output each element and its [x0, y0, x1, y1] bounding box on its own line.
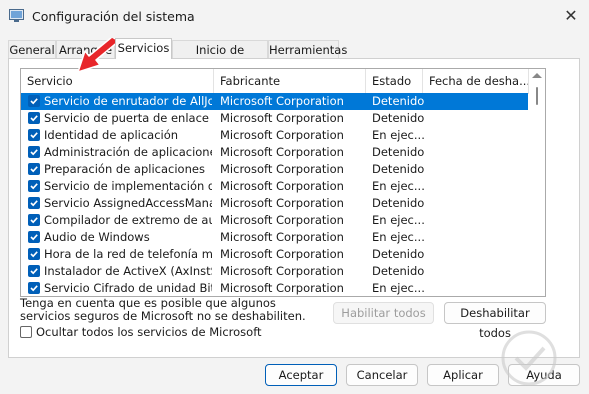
- scroll-thumb[interactable]: [536, 87, 538, 105]
- tab-herramientas[interactable]: Herramientas: [268, 40, 347, 59]
- service-checkbox[interactable]: [28, 95, 40, 107]
- services-list[interactable]: Servicio Fabricante Estado Fecha de desh…: [20, 68, 546, 297]
- service-row[interactable]: Compilador de extremo de audio... Microso…: [21, 212, 528, 229]
- enable-all-button[interactable]: Habilitar todos: [333, 302, 434, 324]
- service-manufacturer: Microsoft Corporation: [220, 128, 344, 142]
- service-manufacturer: Microsoft Corporation: [220, 264, 344, 278]
- service-manufacturer: Microsoft Corporation: [220, 213, 344, 227]
- service-checkbox[interactable]: [28, 197, 40, 209]
- close-button[interactable]: ✕: [560, 5, 582, 27]
- service-checkbox[interactable]: [28, 282, 40, 294]
- service-checkbox[interactable]: [28, 248, 40, 260]
- hide-microsoft-checkbox[interactable]: [20, 326, 32, 338]
- services-rows: Servicio de enrutador de AllJoyn Microsof…: [21, 93, 528, 296]
- notice-text: Tenga en cuenta que es posible que algun…: [20, 296, 306, 323]
- column-header-estado[interactable]: Estado: [366, 69, 423, 93]
- service-name: Hora de la red de telefonía móvil: [44, 247, 212, 261]
- service-status: En ejec...: [372, 179, 424, 193]
- service-name: Servicio Cifrado de unidad BitLoc...: [44, 281, 212, 295]
- service-status: Detenido: [372, 94, 424, 108]
- service-manufacturer: Microsoft Corporation: [220, 196, 344, 210]
- cancel-button[interactable]: Cancelar: [346, 364, 418, 386]
- service-manufacturer: Microsoft Corporation: [220, 94, 344, 108]
- service-manufacturer: Microsoft Corporation: [220, 145, 344, 159]
- service-manufacturer: Microsoft Corporation: [220, 179, 344, 193]
- service-row[interactable]: Hora de la red de telefonía móvil Microso…: [21, 246, 528, 263]
- service-checkbox[interactable]: [28, 146, 40, 158]
- accept-button[interactable]: Aceptar: [265, 364, 337, 386]
- service-row[interactable]: Preparación de aplicaciones Microsoft Cor…: [21, 161, 528, 178]
- service-checkbox[interactable]: [28, 163, 40, 175]
- service-status: En ejec...: [372, 230, 424, 244]
- service-status: Detenido: [372, 247, 424, 261]
- hide-microsoft-label[interactable]: Ocultar todos los servicios de Microsoft: [36, 325, 262, 339]
- service-status: En ejec...: [372, 281, 424, 295]
- service-name: Servicio de enrutador de AllJoyn: [44, 94, 212, 108]
- service-status: Detenido: [372, 264, 424, 278]
- service-row[interactable]: Identidad de aplicación Microsoft Corpora…: [21, 127, 528, 144]
- service-status: Detenido: [372, 196, 424, 210]
- service-manufacturer: Microsoft Corporation: [220, 162, 344, 176]
- disable-all-button[interactable]: Deshabilitar todos: [444, 302, 546, 340]
- service-checkbox[interactable]: [28, 231, 40, 243]
- service-name: Audio de Windows: [44, 230, 150, 244]
- service-name: Preparación de aplicaciones: [44, 162, 205, 176]
- window-title: Configuración del sistema: [32, 9, 195, 24]
- tab-general[interactable]: General: [8, 40, 56, 59]
- service-manufacturer: Microsoft Corporation: [220, 281, 344, 295]
- system-config-icon: [9, 9, 24, 22]
- service-name: Instalador de ActiveX (AxInstSV): [44, 264, 212, 278]
- service-checkbox[interactable]: [28, 129, 40, 141]
- service-checkbox[interactable]: [28, 265, 40, 277]
- service-name: Administración de aplicaciones: [44, 145, 212, 159]
- service-checkbox[interactable]: [28, 214, 40, 226]
- title-bar: Configuración del sistema ✕: [0, 0, 589, 32]
- column-header-fabricante[interactable]: Fabricante: [214, 69, 366, 93]
- watermark-logo-icon: [501, 330, 557, 386]
- scroll-up-icon[interactable]: [532, 73, 542, 78]
- service-row[interactable]: Servicio de implementación de A... Micros…: [21, 178, 528, 195]
- service-row[interactable]: Audio de Windows Microsoft Corporation En …: [21, 229, 528, 246]
- tab-servicios[interactable]: Servicios: [115, 38, 172, 59]
- service-row[interactable]: Servicio AssignedAccessManager Microsoft …: [21, 195, 528, 212]
- service-row[interactable]: Instalador de ActiveX (AxInstSV) Microsof…: [21, 263, 528, 280]
- service-name: Servicio de puerta de enlace de ...: [44, 111, 212, 125]
- service-name: Servicio AssignedAccessManager: [44, 196, 212, 210]
- service-row[interactable]: Servicio Cifrado de unidad BitLoc... Micr…: [21, 280, 528, 296]
- tab-inicio-de-windows[interactable]: Inicio de Windows: [172, 40, 268, 75]
- service-status: En ejec...: [372, 128, 424, 142]
- service-status: En ejec...: [372, 213, 424, 227]
- service-status: Detenido: [372, 111, 424, 125]
- service-row[interactable]: Administración de aplicaciones Microsoft …: [21, 144, 528, 161]
- service-manufacturer: Microsoft Corporation: [220, 111, 344, 125]
- vertical-scrollbar[interactable]: [529, 69, 545, 296]
- service-name: Compilador de extremo de audio...: [44, 213, 212, 227]
- service-checkbox[interactable]: [28, 112, 40, 124]
- service-status: Detenido: [372, 162, 424, 176]
- service-name: Servicio de implementación de A...: [44, 179, 212, 193]
- service-row[interactable]: Servicio de puerta de enlace de ... Micro…: [21, 110, 528, 127]
- column-header-fecha[interactable]: Fecha de desha...: [423, 69, 529, 93]
- service-manufacturer: Microsoft Corporation: [220, 230, 344, 244]
- service-checkbox[interactable]: [28, 180, 40, 192]
- service-manufacturer: Microsoft Corporation: [220, 247, 344, 261]
- service-status: Detenido: [372, 145, 424, 159]
- service-name: Identidad de aplicación: [44, 128, 179, 142]
- service-row[interactable]: Servicio de enrutador de AllJoyn Microsof…: [21, 93, 528, 110]
